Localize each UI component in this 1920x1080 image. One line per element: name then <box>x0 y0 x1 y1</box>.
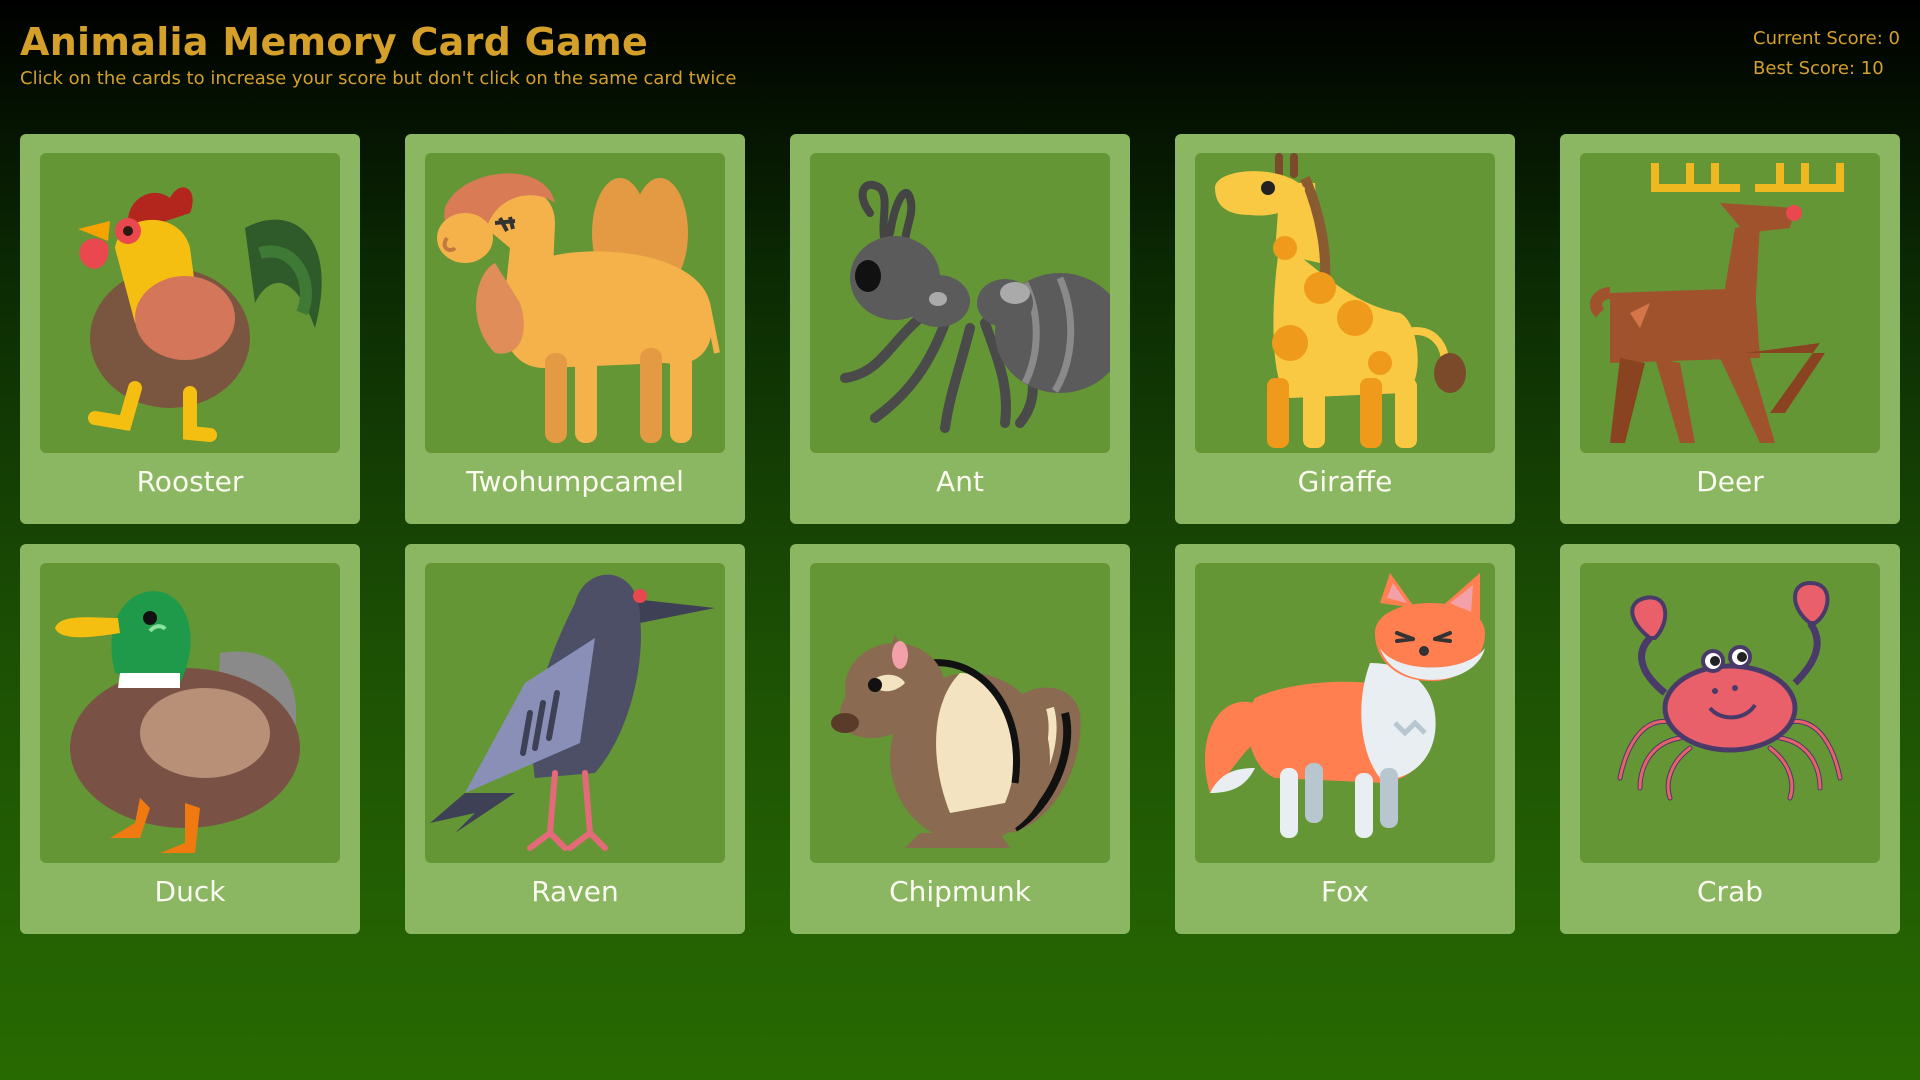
scoreboard: Current Score: 0 Best Score: 10 <box>1753 24 1900 84</box>
crab-icon <box>1580 563 1880 863</box>
card-label: Crab <box>1697 875 1763 908</box>
card-label: Giraffe <box>1297 465 1393 498</box>
card-label: Deer <box>1696 465 1764 498</box>
instructions-text: Click on the cards to increase your scor… <box>20 68 737 89</box>
giraffe-icon <box>1195 153 1495 453</box>
raven-icon <box>425 563 725 863</box>
card-raven[interactable]: Raven <box>405 544 745 934</box>
page-title: Animalia Memory Card Game <box>20 20 649 64</box>
card-label: Rooster <box>136 465 244 498</box>
rooster-icon <box>40 153 340 453</box>
card-giraffe[interactable]: Giraffe <box>1175 134 1515 524</box>
card-label: Raven <box>531 875 619 908</box>
card-label: Duck <box>154 875 226 908</box>
card-label: Twohumpcamel <box>466 465 684 498</box>
header: Animalia Memory Card Game Click on the c… <box>20 18 736 89</box>
card-twohumpcamel[interactable]: Twohumpcamel <box>405 134 745 524</box>
card-label: Chipmunk <box>889 875 1031 908</box>
card-label: Ant <box>936 465 984 498</box>
card-grid: Rooster Twohumpcamel Ant Giraffe Deer Du… <box>20 134 1900 934</box>
current-score: Current Score: 0 <box>1753 28 1900 49</box>
duck-icon <box>40 563 340 863</box>
card-ant[interactable]: Ant <box>790 134 1130 524</box>
card-chipmunk[interactable]: Chipmunk <box>790 544 1130 934</box>
card-deer[interactable]: Deer <box>1560 134 1900 524</box>
best-score: Best Score: 10 <box>1753 58 1884 79</box>
card-crab[interactable]: Crab <box>1560 544 1900 934</box>
card-duck[interactable]: Duck <box>20 544 360 934</box>
deer-icon <box>1580 153 1880 453</box>
card-label: Fox <box>1321 875 1369 908</box>
chipmunk-icon <box>810 563 1110 863</box>
card-rooster[interactable]: Rooster <box>20 134 360 524</box>
camel-icon <box>425 153 725 453</box>
fox-icon <box>1195 563 1495 863</box>
card-fox[interactable]: Fox <box>1175 544 1515 934</box>
ant-icon <box>810 153 1110 453</box>
